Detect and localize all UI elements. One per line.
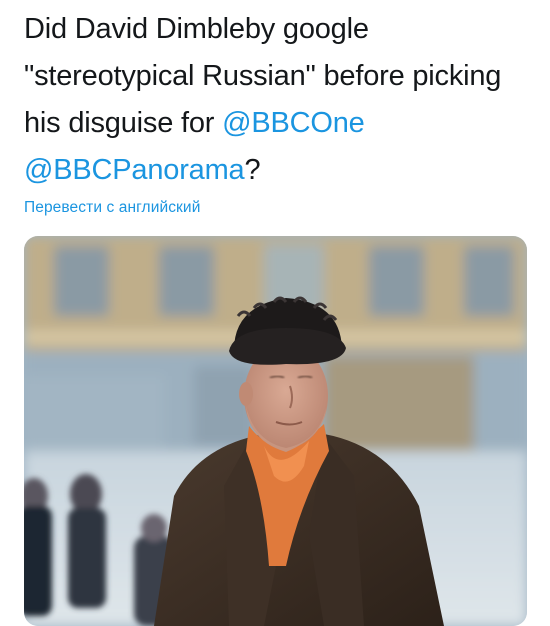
tweet-text-end: ? (244, 154, 261, 186)
mention-bbcpanorama-link[interactable]: @BBCPanorama (24, 154, 245, 186)
mention-bbcone-link[interactable]: @BBCOne (222, 107, 365, 139)
tweet-card: Did David Dimbleby google "stereotypical… (0, 0, 550, 626)
tweet-text: Did David Dimbleby google "stereotypical… (24, 6, 529, 194)
photo-image (24, 236, 527, 626)
translate-tweet-link[interactable]: Перевести с английский (24, 199, 200, 217)
tweet-photo[interactable] (24, 236, 527, 626)
